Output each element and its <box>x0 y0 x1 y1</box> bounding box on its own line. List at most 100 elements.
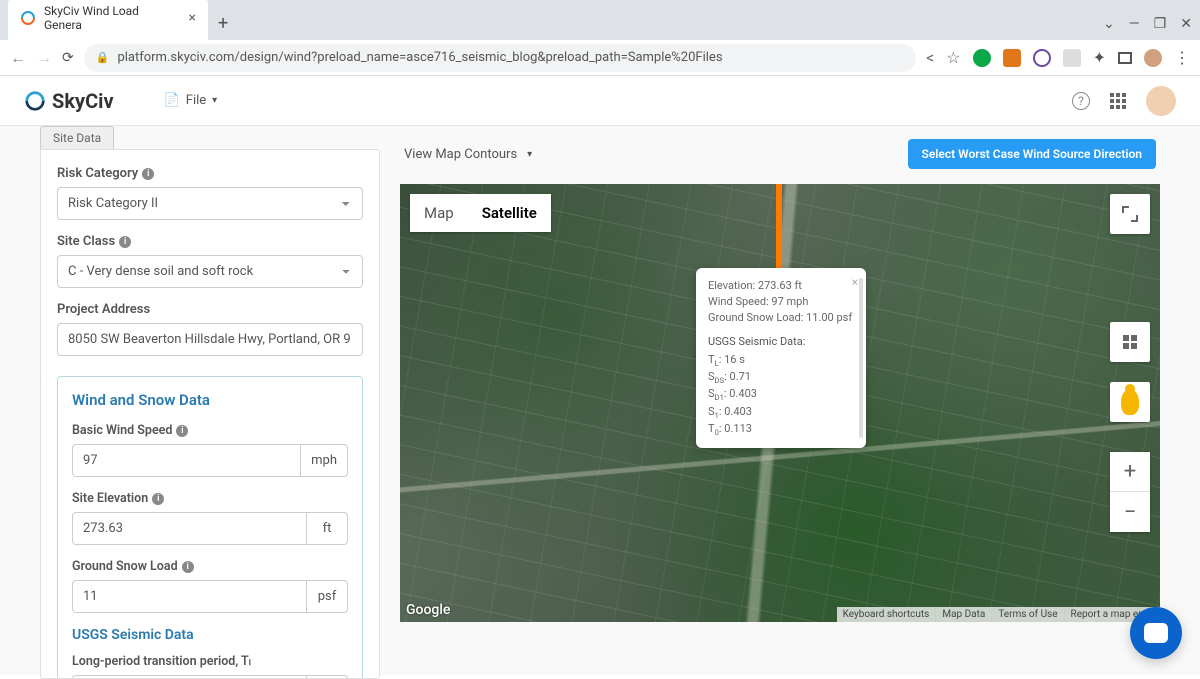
wind-speed-label: Basic Wind Speedi <box>72 423 348 438</box>
info-icon[interactable]: i <box>182 561 194 573</box>
map-type-satellite[interactable]: Satellite <box>468 194 551 232</box>
elevation-label: Site Elevationi <box>72 491 348 506</box>
site-class-select[interactable]: C - Very dense soil and soft rock <box>57 255 363 288</box>
chat-icon <box>1144 623 1168 643</box>
lock-icon: 🔒 <box>96 51 110 64</box>
iw-snow: Ground Snow Load: 11.00 psf <box>708 310 854 326</box>
zoom-in-button[interactable]: + <box>1110 452 1150 492</box>
address-input[interactable] <box>57 323 363 356</box>
chevron-down-icon: ▾ <box>527 149 532 160</box>
map-type-map[interactable]: Map <box>410 194 468 232</box>
iw-elevation: Elevation: 273.63 ft <box>708 278 854 294</box>
snow-label: Ground Snow Loadi <box>72 559 348 574</box>
forward-button: → <box>36 48 52 68</box>
site-class-label: Site Classi <box>57 234 363 249</box>
file-menu-label: File <box>186 93 206 108</box>
maximize-icon[interactable]: ❐ <box>1154 16 1167 32</box>
map-controls: + − <box>1110 452 1150 532</box>
url-text: platform.skyciv.com/design/wind?preload_… <box>117 50 722 65</box>
window-controls: ⌄ — ❐ ✕ <box>1103 16 1192 40</box>
risk-category-select[interactable]: Risk Category II <box>57 187 363 220</box>
extension-icon[interactable] <box>1063 49 1081 67</box>
main-content: Site Data Risk Categoryi Risk Category I… <box>0 126 1200 675</box>
app-header: SkyCiv 📄 File ▾ ? <box>0 76 1200 126</box>
chat-button[interactable] <box>1130 607 1182 659</box>
unit-label: ft <box>306 512 348 545</box>
info-icon[interactable]: i <box>119 236 131 248</box>
browser-toolbar: ← → ⟳ 🔒 platform.skyciv.com/design/wind?… <box>0 40 1200 76</box>
elevation-input[interactable] <box>72 512 306 545</box>
browser-tab[interactable]: SkyCiv Wind Load Genera × <box>8 0 208 40</box>
extension-icon[interactable] <box>1033 49 1051 67</box>
tab-site-data[interactable]: Site Data <box>40 126 114 149</box>
usgs-title: USGS Seismic Data <box>72 627 348 643</box>
unit-label: psf <box>306 580 348 613</box>
browser-actions: < ☆ ✦ ⋮ <box>926 48 1190 67</box>
worst-case-button[interactable]: Select Worst Case Wind Source Direction <box>908 139 1156 169</box>
map-section: View Map Contours ▾ Select Worst Case Wi… <box>400 126 1160 675</box>
address-bar[interactable]: 🔒 platform.skyciv.com/design/wind?preloa… <box>84 44 916 72</box>
iw-sd1: SD1: 0.403 <box>708 386 854 403</box>
iw-t0: T0: 0.113 <box>708 421 854 438</box>
wind-snow-card: Wind and Snow Data Basic Wind Speedi mph… <box>57 376 363 679</box>
site-data-panel: Risk Categoryi Risk Category II Site Cla… <box>40 149 380 679</box>
iw-usgs-header: USGS Seismic Data: <box>708 334 854 350</box>
chevron-down-icon[interactable]: ⌄ <box>1103 16 1115 32</box>
map-layers-button[interactable] <box>1110 322 1150 362</box>
iw-wind: Wind Speed: 97 mph <box>708 294 854 310</box>
file-icon: 📄 <box>164 93 180 108</box>
tab-title: SkyCiv Wind Load Genera <box>44 4 173 32</box>
terms-link[interactable]: Terms of Use <box>991 607 1063 622</box>
scrollbar[interactable] <box>859 278 863 438</box>
streetview-pegman[interactable] <box>1110 382 1150 422</box>
fullscreen-button[interactable] <box>1110 194 1150 234</box>
map-data-link[interactable]: Map Data <box>935 607 991 622</box>
keyboard-shortcuts-link[interactable]: Keyboard shortcuts <box>837 607 936 622</box>
skyciv-logo[interactable]: SkyCiv <box>24 89 114 113</box>
close-tab-icon[interactable]: × <box>189 10 196 26</box>
snow-input[interactable] <box>72 580 306 613</box>
info-icon[interactable]: i <box>142 168 154 180</box>
iw-s1: S1: 0.403 <box>708 404 854 421</box>
share-icon[interactable]: < <box>926 48 934 67</box>
google-logo: Google <box>406 602 450 618</box>
minimize-icon[interactable]: — <box>1129 16 1140 32</box>
user-avatar[interactable] <box>1146 86 1176 116</box>
info-icon[interactable]: i <box>176 425 188 437</box>
wind-speed-input[interactable] <box>72 444 300 477</box>
map[interactable]: Map Satellite × Elevation: 273.63 ft Win… <box>400 184 1160 622</box>
close-icon[interactable]: × <box>852 274 858 291</box>
unit-label: mph <box>300 444 348 477</box>
wind-direction-line <box>776 184 782 280</box>
help-icon[interactable]: ? <box>1072 92 1090 110</box>
browser-tab-strip: SkyCiv Wind Load Genera × + ⌄ — ❐ ✕ <box>0 0 1200 40</box>
risk-category-label: Risk Categoryi <box>57 166 363 181</box>
close-window-icon[interactable]: ✕ <box>1180 16 1192 32</box>
view-contours-dropdown[interactable]: View Map Contours ▾ <box>404 147 532 162</box>
profile-avatar[interactable] <box>1144 49 1162 67</box>
new-tab-button[interactable]: + <box>208 7 238 40</box>
skyciv-favicon <box>20 10 36 26</box>
extensions-menu-icon[interactable]: ✦ <box>1093 48 1106 67</box>
map-attribution: Keyboard shortcuts Map Data Terms of Use… <box>837 607 1160 622</box>
chevron-down-icon: ▾ <box>212 95 217 106</box>
iw-tl: TL: 16 s <box>708 352 854 369</box>
wind-snow-title: Wind and Snow Data <box>72 391 348 409</box>
zoom-out-button[interactable]: − <box>1110 492 1150 532</box>
fullscreen-icon <box>1122 206 1138 222</box>
kebab-menu-icon[interactable]: ⋮ <box>1174 48 1190 67</box>
info-window: × Elevation: 273.63 ft Wind Speed: 97 mp… <box>696 268 866 448</box>
unit-label: s <box>306 675 348 679</box>
address-label: Project Address <box>57 302 363 317</box>
extension-icon[interactable] <box>1003 49 1021 67</box>
extension-icon[interactable] <box>973 49 991 67</box>
info-icon[interactable]: i <box>152 493 164 505</box>
bookmark-icon[interactable]: ☆ <box>946 48 960 67</box>
file-menu[interactable]: 📄 File ▾ <box>164 93 218 108</box>
reload-button[interactable]: ⟳ <box>62 50 74 66</box>
apps-grid-icon[interactable] <box>1110 93 1126 109</box>
window-icon[interactable] <box>1118 52 1132 64</box>
tl-input[interactable] <box>72 675 306 679</box>
map-type-toggle: Map Satellite <box>410 194 551 232</box>
back-button[interactable]: ← <box>10 48 26 68</box>
